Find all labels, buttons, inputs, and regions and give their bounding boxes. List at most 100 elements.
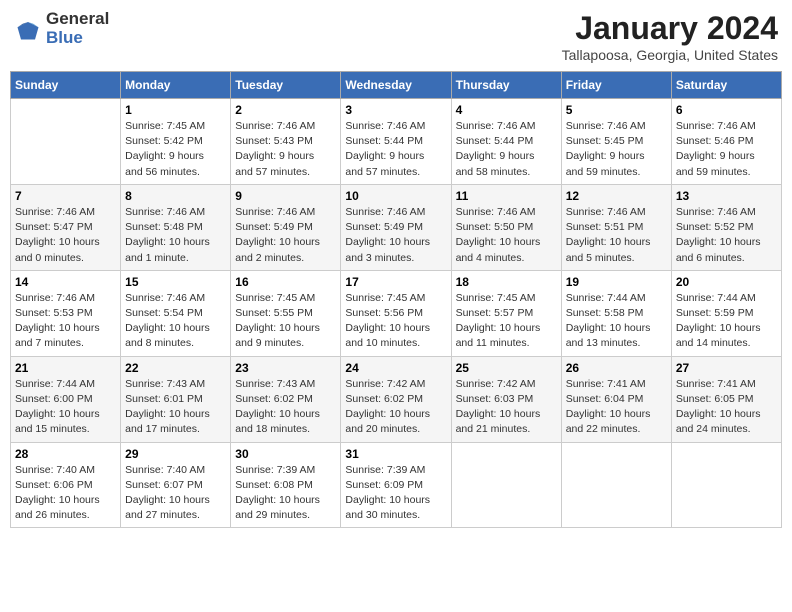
day-cell: 2 Sunrise: 7:46 AM Sunset: 5:43 PM Daylig… xyxy=(231,99,341,185)
day-number: 27 xyxy=(676,361,777,375)
title-block: January 2024 Tallapoosa, Georgia, United… xyxy=(562,10,778,63)
day-cell: 22Sunrise: 7:43 AM Sunset: 6:01 PM Dayli… xyxy=(121,356,231,442)
day-number: 5 xyxy=(566,103,667,117)
day-info: Sunrise: 7:46 AM Sunset: 5:44 PM Dayligh… xyxy=(456,119,557,180)
day-info: Sunrise: 7:46 AM Sunset: 5:51 PM Dayligh… xyxy=(566,205,667,266)
week-row-1: 1 Sunrise: 7:45 AM Sunset: 5:42 PM Daylig… xyxy=(11,99,782,185)
location-subtitle: Tallapoosa, Georgia, United States xyxy=(562,47,778,63)
day-info: Sunrise: 7:46 AM Sunset: 5:49 PM Dayligh… xyxy=(345,205,446,266)
day-info: Sunrise: 7:45 AM Sunset: 5:42 PM Dayligh… xyxy=(125,119,226,180)
day-info: Sunrise: 7:46 AM Sunset: 5:54 PM Dayligh… xyxy=(125,291,226,352)
day-info: Sunrise: 7:45 AM Sunset: 5:55 PM Dayligh… xyxy=(235,291,336,352)
day-number: 2 xyxy=(235,103,336,117)
day-cell: 15 Sunrise: 7:46 AM Sunset: 5:54 PM Dayli… xyxy=(121,270,231,356)
day-cell: 16Sunrise: 7:45 AM Sunset: 5:55 PM Dayli… xyxy=(231,270,341,356)
day-info: Sunrise: 7:46 AM Sunset: 5:52 PM Dayligh… xyxy=(676,205,777,266)
col-header-saturday: Saturday xyxy=(671,72,781,99)
day-cell: 25Sunrise: 7:42 AM Sunset: 6:03 PM Dayli… xyxy=(451,356,561,442)
col-header-sunday: Sunday xyxy=(11,72,121,99)
day-number: 10 xyxy=(345,189,446,203)
col-header-tuesday: Tuesday xyxy=(231,72,341,99)
day-cell: 11 Sunrise: 7:46 AM Sunset: 5:50 PM Dayli… xyxy=(451,184,561,270)
day-cell: 1 Sunrise: 7:45 AM Sunset: 5:42 PM Daylig… xyxy=(121,99,231,185)
day-cell: 17Sunrise: 7:45 AM Sunset: 5:56 PM Dayli… xyxy=(341,270,451,356)
day-info: Sunrise: 7:44 AM Sunset: 5:58 PM Dayligh… xyxy=(566,291,667,352)
day-info: Sunrise: 7:44 AM Sunset: 5:59 PM Dayligh… xyxy=(676,291,777,352)
day-number: 28 xyxy=(15,447,116,461)
day-cell xyxy=(671,442,781,528)
day-info: Sunrise: 7:46 AM Sunset: 5:47 PM Dayligh… xyxy=(15,205,116,266)
day-cell: 6 Sunrise: 7:46 AM Sunset: 5:46 PM Daylig… xyxy=(671,99,781,185)
day-info: Sunrise: 7:46 AM Sunset: 5:45 PM Dayligh… xyxy=(566,119,667,180)
day-number: 9 xyxy=(235,189,336,203)
day-cell xyxy=(451,442,561,528)
day-cell: 27 Sunrise: 7:41 AM Sunset: 6:05 PM Dayli… xyxy=(671,356,781,442)
day-cell: 13 Sunrise: 7:46 AM Sunset: 5:52 PM Dayli… xyxy=(671,184,781,270)
day-number: 11 xyxy=(456,189,557,203)
day-cell: 8 Sunrise: 7:46 AM Sunset: 5:48 PM Daylig… xyxy=(121,184,231,270)
day-cell: 12 Sunrise: 7:46 AM Sunset: 5:51 PM Dayli… xyxy=(561,184,671,270)
logo-icon xyxy=(14,15,42,43)
day-info: Sunrise: 7:40 AM Sunset: 6:06 PM Dayligh… xyxy=(15,463,116,524)
day-info: Sunrise: 7:40 AM Sunset: 6:07 PM Dayligh… xyxy=(125,463,226,524)
day-number: 23 xyxy=(235,361,336,375)
day-number: 7 xyxy=(15,189,116,203)
day-info: Sunrise: 7:45 AM Sunset: 5:56 PM Dayligh… xyxy=(345,291,446,352)
day-info: Sunrise: 7:42 AM Sunset: 6:02 PM Dayligh… xyxy=(345,377,446,438)
day-number: 30 xyxy=(235,447,336,461)
day-info: Sunrise: 7:46 AM Sunset: 5:46 PM Dayligh… xyxy=(676,119,777,180)
day-number: 25 xyxy=(456,361,557,375)
day-number: 6 xyxy=(676,103,777,117)
day-cell xyxy=(11,99,121,185)
day-number: 29 xyxy=(125,447,226,461)
day-info: Sunrise: 7:41 AM Sunset: 6:04 PM Dayligh… xyxy=(566,377,667,438)
day-cell: 20 Sunrise: 7:44 AM Sunset: 5:59 PM Dayli… xyxy=(671,270,781,356)
day-cell: 5 Sunrise: 7:46 AM Sunset: 5:45 PM Daylig… xyxy=(561,99,671,185)
day-cell: 9 Sunrise: 7:46 AM Sunset: 5:49 PM Daylig… xyxy=(231,184,341,270)
day-number: 13 xyxy=(676,189,777,203)
day-info: Sunrise: 7:43 AM Sunset: 6:02 PM Dayligh… xyxy=(235,377,336,438)
day-number: 18 xyxy=(456,275,557,289)
day-number: 19 xyxy=(566,275,667,289)
day-info: Sunrise: 7:46 AM Sunset: 5:53 PM Dayligh… xyxy=(15,291,116,352)
day-number: 21 xyxy=(15,361,116,375)
day-cell: 18Sunrise: 7:45 AM Sunset: 5:57 PM Dayli… xyxy=(451,270,561,356)
day-info: Sunrise: 7:44 AM Sunset: 6:00 PM Dayligh… xyxy=(15,377,116,438)
day-number: 15 xyxy=(125,275,226,289)
page-header: General Blue January 2024 Tallapoosa, Ge… xyxy=(10,10,782,63)
col-header-friday: Friday xyxy=(561,72,671,99)
calendar-table: SundayMondayTuesdayWednesdayThursdayFrid… xyxy=(10,71,782,528)
day-number: 12 xyxy=(566,189,667,203)
col-header-thursday: Thursday xyxy=(451,72,561,99)
week-row-3: 14 Sunrise: 7:46 AM Sunset: 5:53 PM Dayli… xyxy=(11,270,782,356)
day-number: 14 xyxy=(15,275,116,289)
day-info: Sunrise: 7:46 AM Sunset: 5:50 PM Dayligh… xyxy=(456,205,557,266)
logo-general-text: General xyxy=(46,10,109,29)
col-header-wednesday: Wednesday xyxy=(341,72,451,99)
day-number: 31 xyxy=(345,447,446,461)
logo-text: General Blue xyxy=(46,10,109,47)
day-number: 3 xyxy=(345,103,446,117)
day-number: 1 xyxy=(125,103,226,117)
day-cell: 14 Sunrise: 7:46 AM Sunset: 5:53 PM Dayli… xyxy=(11,270,121,356)
day-info: Sunrise: 7:46 AM Sunset: 5:48 PM Dayligh… xyxy=(125,205,226,266)
day-cell: 10 Sunrise: 7:46 AM Sunset: 5:49 PM Dayli… xyxy=(341,184,451,270)
day-cell: 19 Sunrise: 7:44 AM Sunset: 5:58 PM Dayli… xyxy=(561,270,671,356)
day-number: 20 xyxy=(676,275,777,289)
day-info: Sunrise: 7:46 AM Sunset: 5:49 PM Dayligh… xyxy=(235,205,336,266)
day-cell: 4Sunrise: 7:46 AM Sunset: 5:44 PM Daylig… xyxy=(451,99,561,185)
day-info: Sunrise: 7:46 AM Sunset: 5:43 PM Dayligh… xyxy=(235,119,336,180)
day-info: Sunrise: 7:41 AM Sunset: 6:05 PM Dayligh… xyxy=(676,377,777,438)
day-number: 8 xyxy=(125,189,226,203)
day-cell: 23 Sunrise: 7:43 AM Sunset: 6:02 PM Dayli… xyxy=(231,356,341,442)
day-cell: 28 Sunrise: 7:40 AM Sunset: 6:06 PM Dayli… xyxy=(11,442,121,528)
day-cell xyxy=(561,442,671,528)
day-info: Sunrise: 7:43 AM Sunset: 6:01 PM Dayligh… xyxy=(125,377,226,438)
col-header-monday: Monday xyxy=(121,72,231,99)
days-header-row: SundayMondayTuesdayWednesdayThursdayFrid… xyxy=(11,72,782,99)
day-number: 24 xyxy=(345,361,446,375)
day-cell: 29 Sunrise: 7:40 AM Sunset: 6:07 PM Dayli… xyxy=(121,442,231,528)
week-row-4: 21 Sunrise: 7:44 AM Sunset: 6:00 PM Dayli… xyxy=(11,356,782,442)
day-cell: 3Sunrise: 7:46 AM Sunset: 5:44 PM Daylig… xyxy=(341,99,451,185)
day-info: Sunrise: 7:39 AM Sunset: 6:08 PM Dayligh… xyxy=(235,463,336,524)
